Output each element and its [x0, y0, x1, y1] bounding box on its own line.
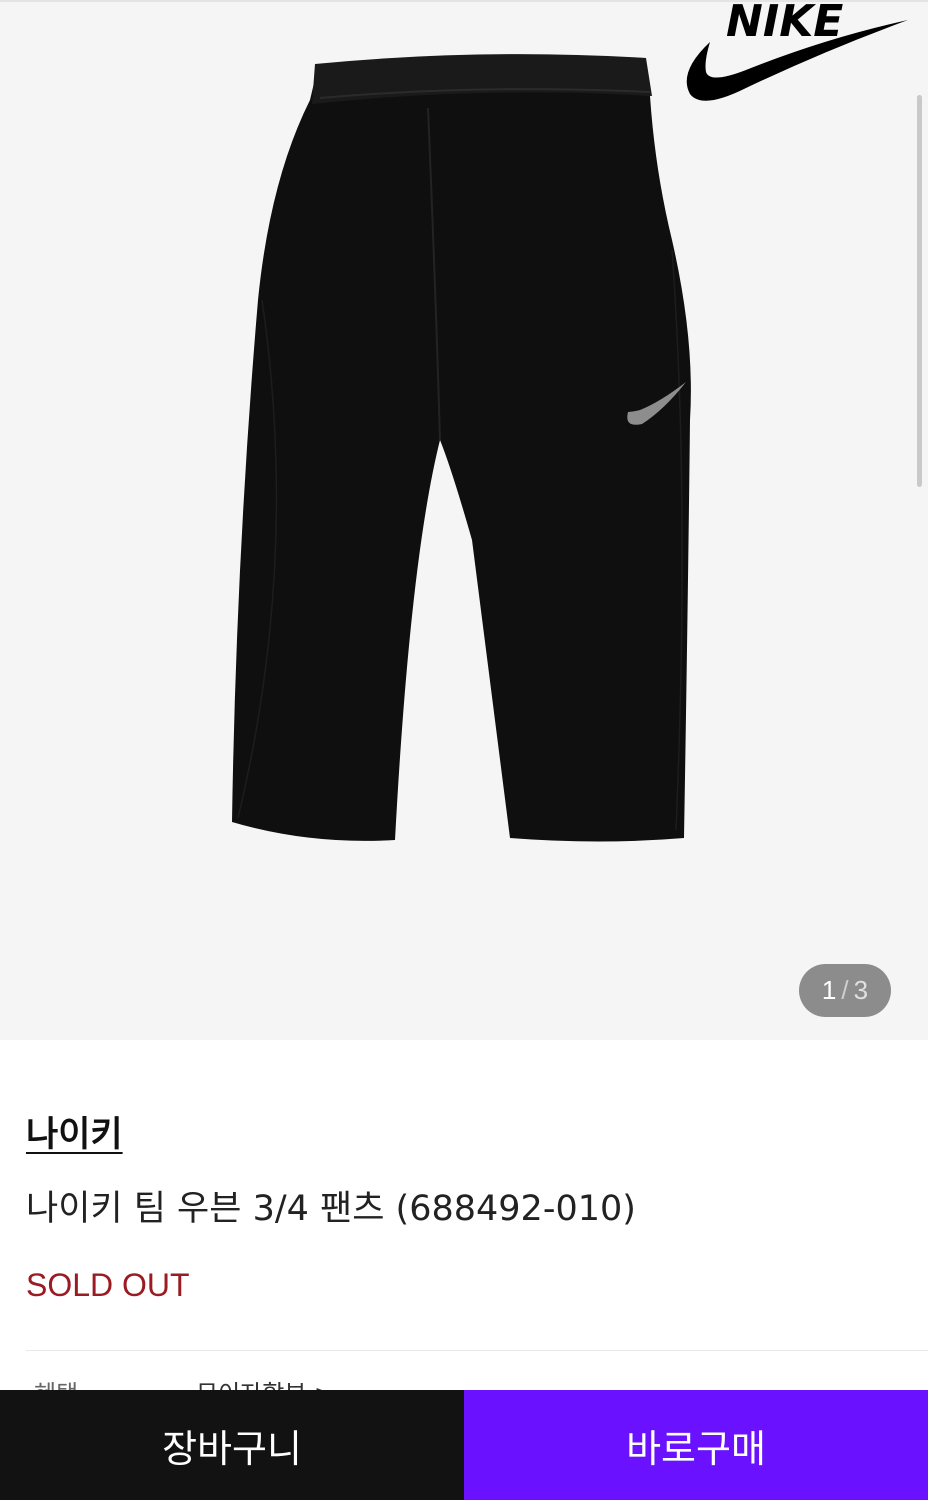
image-counter: 1 / 3	[799, 964, 891, 1017]
product-image-gallery[interactable]: NIKE 1 / 3	[0, 0, 928, 1040]
add-to-cart-button[interactable]: 장바구니	[0, 1390, 464, 1500]
counter-total: 3	[853, 975, 869, 1005]
nike-logo: NIKE	[686, 0, 908, 101]
section-divider	[26, 1350, 928, 1351]
product-title: 나이키 팀 우븐 3/4 팬츠 (688492-010)	[26, 1189, 636, 1229]
product-image[interactable]	[0, 0, 928, 1040]
counter-current: 1	[821, 975, 837, 1005]
counter-separator: /	[841, 975, 849, 1005]
buy-now-button[interactable]: 바로구매	[464, 1390, 928, 1500]
brand-link[interactable]: 나이키	[26, 1106, 123, 1157]
sold-out-status: SOLD OUT	[26, 1267, 190, 1303]
bottom-action-bar: 장바구니 바로구매	[0, 1390, 928, 1500]
scrollbar[interactable]	[917, 95, 922, 487]
nike-logo-wordmark: NIKE	[726, 0, 843, 47]
